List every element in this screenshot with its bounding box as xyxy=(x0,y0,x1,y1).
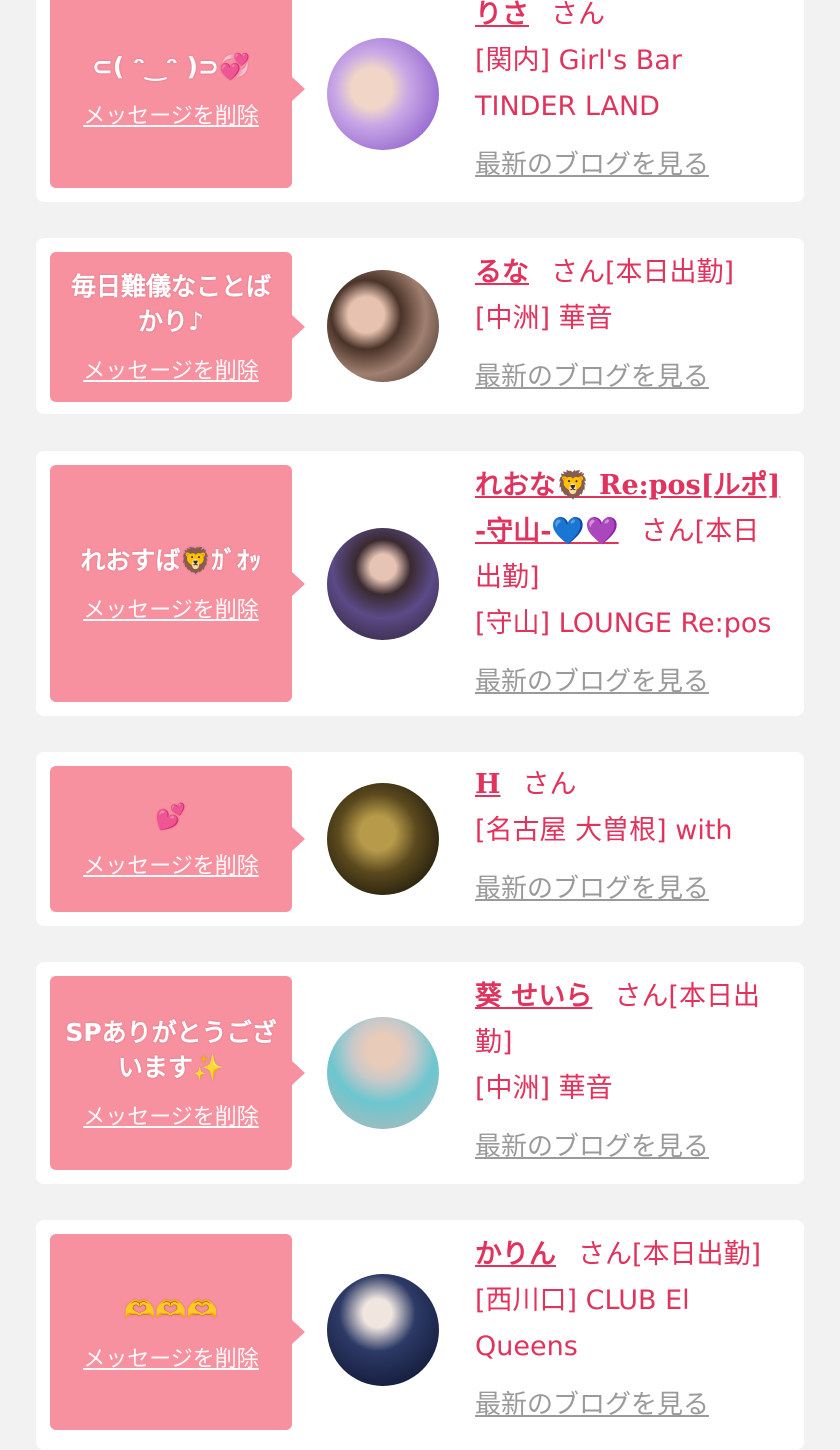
message-bubble: SPありがとうございます✨ メッセージを削除 xyxy=(50,976,305,1170)
latest-blog-link[interactable]: 最新のブログを見る xyxy=(475,1382,785,1428)
profile-info: れおな🦁 Re:pos[ルポ] -守山-💙💜 さん[本日出勤] [守山] LOUN… xyxy=(475,463,785,705)
honorific: さん xyxy=(578,1239,632,1270)
shop-name: [名古屋 大曽根] with xyxy=(475,815,733,846)
message-card: 毎日難儀なことばかり♪ メッセージを削除 るな さん[本日出勤] [中洲] 華音 … xyxy=(36,238,804,414)
shop-name: [関内] Girl's Bar TINDER LAND xyxy=(475,45,682,122)
profile-name-link[interactable]: りさ xyxy=(475,0,529,30)
honorific: さん xyxy=(551,257,605,288)
delete-message-link[interactable]: メッセージを削除 xyxy=(83,848,259,880)
honorific: さん xyxy=(551,0,605,30)
shop-name: [西川口] CLUB El Queens xyxy=(475,1285,690,1362)
delete-message-link[interactable]: メッセージを削除 xyxy=(83,1099,259,1131)
shop-name: [中洲] 華音 xyxy=(475,303,613,334)
avatar[interactable] xyxy=(327,1274,439,1386)
profile-name-link[interactable]: H xyxy=(475,769,501,800)
work-status: [本日出勤] xyxy=(605,257,735,288)
message-text: れおすば🦁ｶﾞｵｯ xyxy=(80,546,262,575)
profile-name-link[interactable]: るな xyxy=(475,257,529,288)
message-text: 💕 xyxy=(155,801,187,831)
message-bubble: れおすば🦁ｶﾞｵｯ メッセージを削除 xyxy=(50,465,305,702)
message-card: れおすば🦁ｶﾞｵｯ メッセージを削除 れおな🦁 Re:pos[ルポ] -守山-💙… xyxy=(36,451,804,716)
delete-message-link[interactable]: メッセージを削除 xyxy=(83,98,259,130)
message-card: 💕 メッセージを削除 H さん [名古屋 大曽根] with 最新のブログを見る xyxy=(36,752,804,926)
latest-blog-link[interactable]: 最新のブログを見る xyxy=(475,1124,785,1170)
message-bubble: 毎日難儀なことばかり♪ メッセージを削除 xyxy=(50,252,305,402)
profile-info: るな さん[本日出勤] [中洲] 華音 最新のブログを見る xyxy=(475,250,785,400)
message-bubble: 🫶🫶🫶 メッセージを削除 xyxy=(50,1234,305,1430)
latest-blog-link[interactable]: 最新のブログを見る xyxy=(475,142,785,188)
latest-blog-link[interactable]: 最新のブログを見る xyxy=(475,866,785,912)
profile-info: 葵 せいら さん[本日出勤] [中洲] 華音 最新のブログを見る xyxy=(475,974,785,1170)
shop-name: [守山] LOUNGE Re:pos xyxy=(475,608,772,639)
honorific: さん xyxy=(522,769,577,800)
message-card: ⊂( ᵔ‿ᵔ )⊃💞 メッセージを削除 りさ さん [関内] Girl's Bar… xyxy=(36,0,804,202)
message-text: 🫶🫶🫶 xyxy=(124,1294,218,1324)
profile-name-link[interactable]: かりん xyxy=(475,1239,556,1270)
profile-info: りさ さん [関内] Girl's Bar TINDER LAND 最新のブログを… xyxy=(475,0,785,188)
avatar[interactable] xyxy=(327,38,439,150)
message-text: SPありがとうございます✨ xyxy=(65,1018,277,1082)
message-bubble: 💕 メッセージを削除 xyxy=(50,766,305,912)
message-text: ⊂( ᵔ‿ᵔ )⊃💞 xyxy=(91,51,251,81)
shop-name: [中洲] 華音 xyxy=(475,1073,613,1104)
work-status: [本日出勤] xyxy=(632,1239,762,1270)
message-bubble: ⊂( ᵔ‿ᵔ )⊃💞 メッセージを削除 xyxy=(50,0,305,188)
profile-info: かりん さん[本日出勤] [西川口] CLUB El Queens 最新のブログを… xyxy=(475,1232,785,1428)
avatar[interactable] xyxy=(327,1017,439,1129)
delete-message-link[interactable]: メッセージを削除 xyxy=(83,1341,259,1373)
honorific: さん xyxy=(614,981,669,1012)
message-card: SPありがとうございます✨ メッセージを削除 葵 せいら さん[本日出勤] [中洲… xyxy=(36,962,804,1184)
avatar[interactable] xyxy=(327,528,439,640)
avatar[interactable] xyxy=(327,270,439,382)
message-text: 毎日難儀なことばかり♪ xyxy=(70,272,271,336)
profile-info: H さん [名古屋 大曽根] with 最新のブログを見る xyxy=(475,762,785,912)
honorific: さん xyxy=(640,516,695,547)
avatar[interactable] xyxy=(327,783,439,895)
latest-blog-link[interactable]: 最新のブログを見る xyxy=(475,354,785,400)
delete-message-link[interactable]: メッセージを削除 xyxy=(83,592,259,624)
profile-name-link[interactable]: 葵 せいら xyxy=(475,981,592,1012)
delete-message-link[interactable]: メッセージを削除 xyxy=(83,353,259,385)
message-card: 🫶🫶🫶 メッセージを削除 かりん さん[本日出勤] [西川口] CLUB El Q… xyxy=(36,1220,804,1450)
latest-blog-link[interactable]: 最新のブログを見る xyxy=(475,659,785,705)
